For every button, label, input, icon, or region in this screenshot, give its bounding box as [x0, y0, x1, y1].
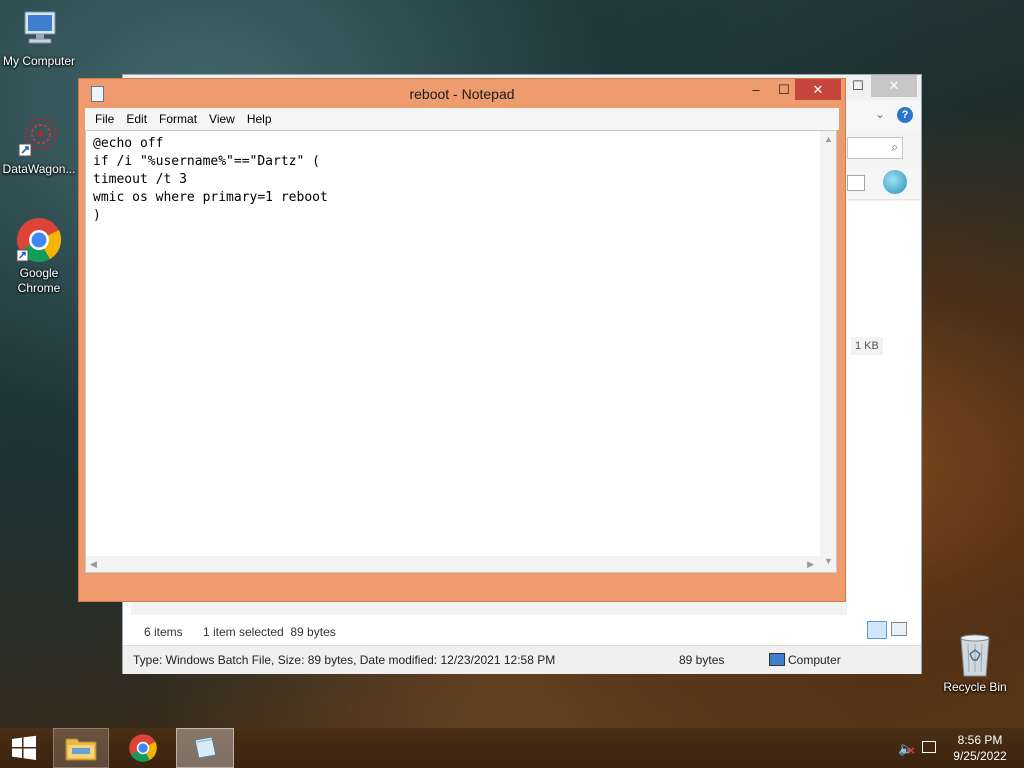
taskbar-chrome[interactable] — [115, 728, 171, 768]
chrome-icon — [129, 734, 157, 762]
menu-format[interactable]: Format — [153, 112, 203, 126]
chrome-icon — [15, 216, 63, 264]
network-icon[interactable] — [922, 741, 936, 753]
minimize-button[interactable]: – — [742, 79, 770, 101]
details-view-icon[interactable] — [867, 621, 887, 639]
desktop-icon-label: DataWagon... — [2, 162, 76, 176]
notepad-window: reboot - Notepad – ☐ ✕ File Edit Format … — [78, 78, 846, 602]
status-selection: 1 item selected 89 bytes — [203, 625, 336, 639]
notepad-titlebar[interactable]: reboot - Notepad – ☐ ✕ — [79, 79, 845, 107]
scroll-right-icon[interactable]: ▶ — [807, 559, 814, 570]
desktop-icon-google-chrome[interactable]: Google Chrome — [1, 216, 77, 296]
scroll-down-icon[interactable]: ▼ — [824, 556, 833, 566]
taskbar-notepad[interactable] — [176, 728, 234, 768]
text-editor-area[interactable]: @echo off if /i "%username%"=="Dartz" ( … — [85, 130, 837, 573]
details-location: Computer — [788, 653, 841, 667]
horizontal-scrollbar[interactable]: ◀ ▶ — [86, 556, 820, 572]
scroll-left-icon[interactable]: ◀ — [90, 559, 97, 570]
explorer-status-bar: 6 items 1 item selected 89 bytes — [123, 615, 921, 645]
clock-time: 8:56 PM — [957, 733, 1003, 747]
document-text[interactable]: @echo off if /i "%username%"=="Dartz" ( … — [93, 135, 328, 225]
folder-icon — [65, 738, 97, 761]
desktop-icon-my-computer[interactable]: My Computer — [1, 8, 77, 69]
help-icon[interactable]: ? — [897, 107, 913, 123]
large-icons-view-icon[interactable] — [891, 622, 907, 636]
start-button[interactable] — [0, 728, 48, 768]
clock[interactable]: 8:56 PM 9/25/2022 — [948, 732, 1012, 764]
close-button[interactable]: ✕ — [795, 79, 841, 100]
menu-view[interactable]: View — [203, 112, 241, 126]
scroll-up-icon[interactable]: ▲ — [824, 134, 833, 144]
maximize-button[interactable]: ☐ — [770, 79, 798, 101]
menu-bar: File Edit Format View Help — [85, 108, 839, 130]
explorer-toolbar-strip — [847, 167, 921, 200]
search-icon: ⌕ — [891, 140, 898, 154]
status-item-count: 6 items — [144, 625, 183, 639]
details-size: 89 bytes — [679, 653, 725, 667]
desktop-icon-label: My Computer — [2, 54, 76, 68]
view-icon[interactable] — [847, 175, 865, 191]
menu-file[interactable]: File — [89, 112, 120, 126]
desktop-icon-datawagon[interactable]: DataWagon... — [1, 116, 77, 177]
computer-small-icon — [769, 653, 785, 666]
vertical-scrollbar[interactable]: ▲ ▼ — [820, 131, 836, 572]
desktop-icon-recycle-bin[interactable]: Recycle Bin — [937, 630, 1013, 695]
explorer-ribbon: ⌄ ? — [847, 101, 921, 129]
taskbar: 🔈 ✕ 8:56 PM 9/25/2022 — [0, 728, 1024, 768]
menu-edit[interactable]: Edit — [120, 112, 153, 126]
datawagon-icon — [17, 116, 61, 160]
menu-help[interactable]: Help — [241, 112, 278, 126]
notepad-icon — [194, 736, 217, 760]
desktop-icon-label: Google Chrome — [17, 266, 61, 295]
volume-muted-x: ✕ — [907, 746, 916, 757]
recycle-bin-icon — [955, 630, 995, 678]
taskbar-file-explorer[interactable] — [53, 728, 109, 768]
details-text: Type: Windows Batch File, Size: 89 bytes… — [133, 653, 556, 667]
explorer-close-button[interactable]: ✕ — [871, 75, 917, 97]
desktop-icon-label: Recycle Bin — [943, 680, 1007, 694]
shell-icon[interactable] — [883, 170, 907, 194]
computer-icon — [17, 8, 61, 52]
file-size-cell: 1 KB — [851, 337, 883, 355]
clock-date: 9/25/2022 — [953, 749, 1007, 763]
windows-logo-icon — [12, 735, 36, 760]
explorer-search-box[interactable]: ⌕ — [847, 137, 903, 159]
window-title: reboot - Notepad — [409, 86, 515, 102]
chevron-down-icon[interactable]: ⌄ — [875, 107, 885, 121]
explorer-details-bar: Type: Windows Batch File, Size: 89 bytes… — [123, 645, 921, 674]
explorer-maximize-button[interactable]: ☐ — [843, 75, 873, 97]
explorer-file-pane: 1 KB — [847, 201, 921, 615]
